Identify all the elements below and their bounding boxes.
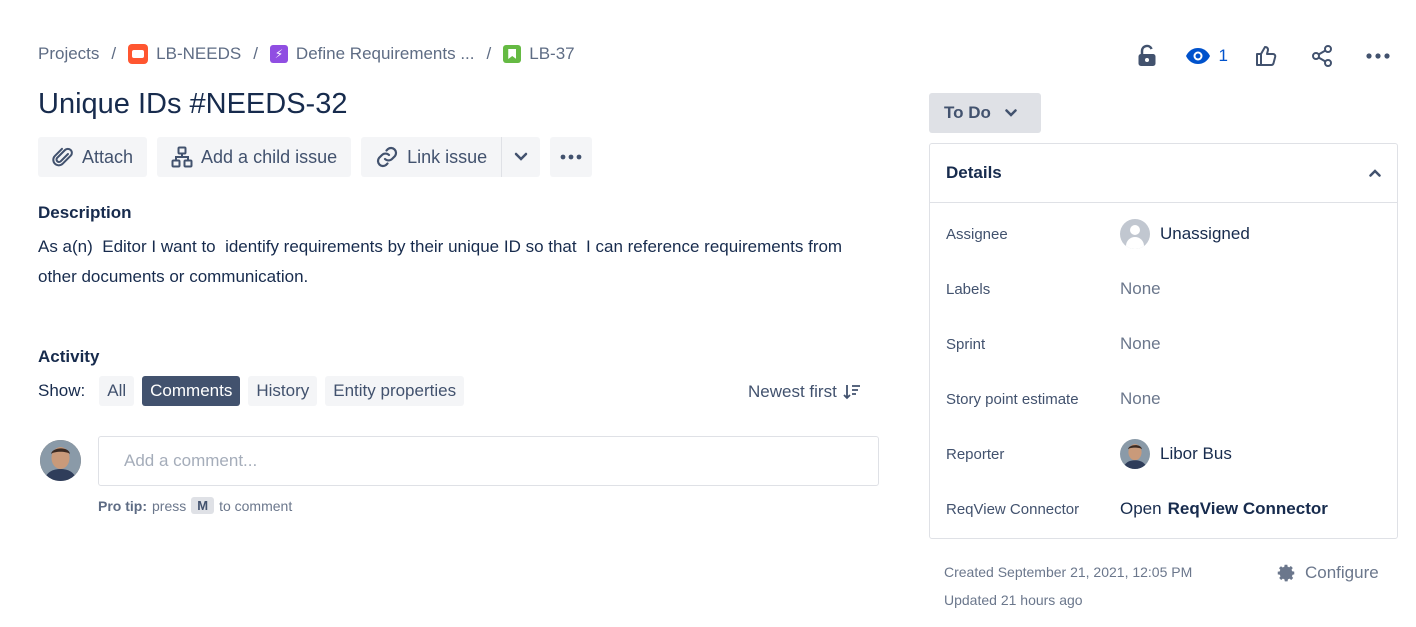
filter-history[interactable]: History: [248, 376, 318, 406]
watch-button[interactable]: 1: [1185, 38, 1228, 74]
more-icon: [560, 154, 582, 160]
assignee-value[interactable]: Unassigned: [1120, 219, 1250, 249]
link-issue-dropdown[interactable]: [501, 137, 541, 177]
issue-actions: 1: [1109, 38, 1396, 74]
filter-comments[interactable]: Comments: [142, 376, 241, 406]
reporter-label: Reporter: [946, 445, 1005, 463]
link-icon: [377, 146, 398, 168]
sort-order-button[interactable]: Newest first: [748, 382, 861, 402]
unassigned-avatar: [1120, 219, 1150, 249]
details-panel: Details Assignee Unassigned Labels None …: [929, 143, 1398, 539]
thumbs-up-icon: [1256, 46, 1277, 66]
shortcut-key: M: [191, 497, 215, 514]
sort-descending-icon: [843, 385, 860, 400]
labels-value[interactable]: None: [1120, 279, 1161, 299]
show-label: Show:: [38, 381, 86, 400]
pro-tip-press: press: [152, 497, 187, 514]
toolbar-more-button[interactable]: [550, 137, 593, 177]
story-points-label: Story point estimate: [946, 390, 1079, 408]
more-actions-button[interactable]: [1360, 38, 1396, 74]
breadcrumb-separator: /: [253, 44, 258, 63]
breadcrumb-project-label: LB-NEEDS: [156, 44, 242, 63]
sprint-value[interactable]: None: [1120, 334, 1161, 354]
story-points-value[interactable]: None: [1120, 389, 1161, 409]
activity-filter: Show: All Comments History Entity proper…: [38, 376, 465, 406]
breadcrumb-projects[interactable]: Projects: [38, 44, 99, 64]
reporter-avatar: [1120, 439, 1150, 469]
chevron-up-icon: [1369, 169, 1381, 177]
more-icon: [1366, 53, 1390, 59]
breadcrumb-issue-label: LB-37: [529, 44, 575, 63]
configure-button[interactable]: Configure: [1275, 562, 1379, 584]
attach-label: Attach: [82, 146, 134, 167]
sprint-row: Sprint None: [946, 334, 1161, 354]
description-text[interactable]: As a(n) Editor I want to identify requir…: [38, 232, 868, 292]
reqview-connector-value[interactable]: Open ReqView Connector: [1120, 499, 1328, 519]
reqview-connector-label: ReqView Connector: [946, 500, 1080, 518]
assignee-row: Assignee Unassigned: [946, 219, 1250, 249]
breadcrumb-issue[interactable]: LB-37: [503, 44, 575, 64]
activity-heading: Activity: [38, 347, 100, 366]
chevron-down-icon: [514, 152, 528, 161]
breadcrumb-epic-label: Define Requirements ...: [295, 44, 475, 63]
details-heading: Details: [946, 163, 1002, 182]
story-bookmark-icon: [503, 45, 522, 63]
project-icon: [128, 44, 149, 64]
status-dropdown[interactable]: To Do: [929, 93, 1041, 133]
reporter-row: Reporter Libor Bus: [946, 439, 1232, 469]
assignee-label: Assignee: [946, 225, 1008, 243]
add-child-issue-button[interactable]: Add a child issue: [157, 137, 352, 177]
reqview-connector-link[interactable]: ReqView Connector: [1168, 499, 1328, 519]
attach-button[interactable]: Attach: [38, 137, 148, 177]
paperclip-icon: [52, 147, 73, 167]
sprint-label: Sprint: [946, 335, 986, 353]
reporter-value[interactable]: Libor Bus: [1120, 439, 1232, 469]
issue-title[interactable]: Unique IDs #NEEDS-32: [38, 88, 347, 121]
breadcrumb-projects-label: Projects: [38, 44, 100, 63]
filter-entity-properties[interactable]: Entity properties: [325, 376, 465, 406]
created-date: Created September 21, 2021, 12:05 PM: [944, 564, 1193, 580]
breadcrumb-epic[interactable]: ⚡ Define Requirements ...: [269, 44, 475, 64]
description-heading: Description: [38, 203, 132, 222]
labels-row: Labels None: [946, 279, 1161, 299]
details-header[interactable]: Details: [930, 144, 1397, 203]
link-issue-label: Link issue: [407, 146, 488, 167]
breadcrumb: Projects / LB-NEEDS / ⚡ Define Requireme…: [38, 44, 575, 64]
link-issue-button[interactable]: Link issue: [361, 137, 502, 177]
lock-icon: [1138, 44, 1156, 66]
breadcrumb-separator: /: [486, 44, 492, 63]
chevron-down-icon: [1005, 109, 1017, 117]
share-icon: [1312, 45, 1332, 67]
hierarchy-icon: [171, 146, 193, 168]
assignee-name: Unassigned: [1160, 224, 1250, 243]
watch-count: 1: [1218, 46, 1228, 65]
updated-date: Updated 21 hours ago: [944, 592, 1083, 608]
labels-label: Labels: [946, 280, 991, 298]
reqview-open-text: Open: [1120, 499, 1162, 518]
eye-icon: [1185, 48, 1210, 64]
add-child-issue-label: Add a child issue: [201, 146, 338, 167]
sort-order-label: Newest first: [748, 382, 837, 401]
breadcrumb-project[interactable]: LB-NEEDS: [128, 44, 241, 64]
story-points-row: Story point estimate None: [946, 389, 1161, 409]
add-comment-input[interactable]: Add a comment...: [98, 436, 879, 486]
comment-placeholder: Add a comment...: [124, 451, 258, 470]
reporter-name: Libor Bus: [1160, 444, 1232, 463]
configure-label: Configure: [1305, 563, 1379, 582]
gear-icon: [1277, 564, 1295, 582]
restrictions-button[interactable]: [1129, 38, 1165, 74]
status-label: To Do: [944, 103, 991, 122]
breadcrumb-separator: /: [111, 44, 117, 63]
link-issue-split-button: Link issue: [361, 137, 541, 177]
issue-toolbar: Attach Add a child issue Link issue: [38, 137, 593, 177]
share-button[interactable]: [1304, 38, 1340, 74]
pro-tip-label: Pro tip:: [98, 497, 147, 514]
filter-all[interactable]: All: [99, 376, 135, 406]
epic-lightning-icon: ⚡: [269, 45, 288, 63]
pro-tip-suffix: to comment: [219, 497, 293, 514]
vote-button[interactable]: [1248, 38, 1284, 74]
reqview-connector-row: ReqView Connector Open ReqView Connector: [946, 499, 1328, 519]
pro-tip: Pro tip: press M to comment: [98, 497, 292, 514]
current-user-avatar: [40, 440, 81, 481]
